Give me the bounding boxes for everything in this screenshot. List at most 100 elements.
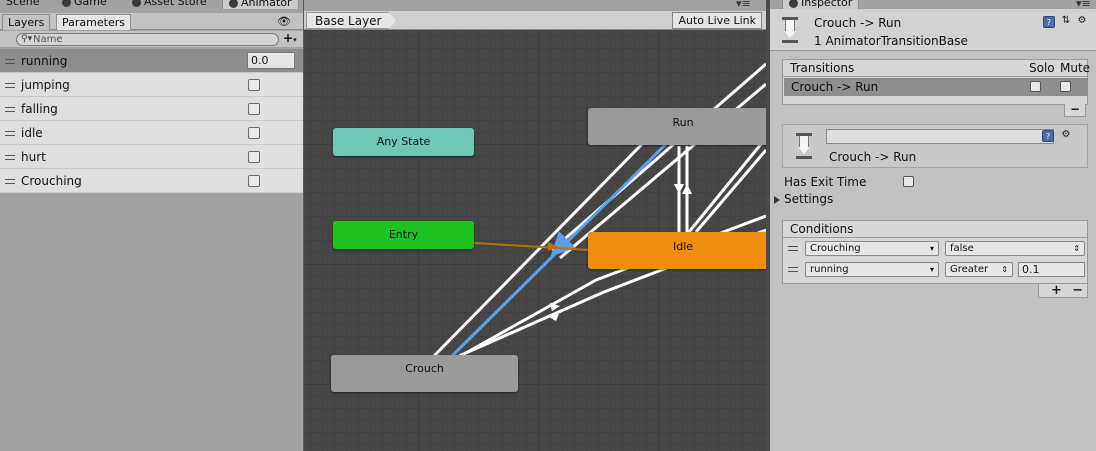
dropdown-arrow-icon: ⇕ — [1073, 244, 1080, 253]
state-label: Run — [672, 116, 694, 129]
parameter-float-field[interactable]: 0.0 — [247, 52, 295, 69]
drag-handle-icon[interactable] — [5, 155, 15, 160]
parameter-name: idle — [21, 126, 43, 140]
state-crouch[interactable]: Crouch — [331, 355, 518, 392]
state-label: Idle — [672, 240, 694, 253]
auto-live-link-button[interactable]: Auto Live Link — [672, 12, 762, 29]
gear-icon[interactable]: ⚙ — [1076, 15, 1088, 27]
animator-graph[interactable]: Any State Entry Run Idle Crouch — [304, 30, 766, 451]
parameter-row-falling[interactable]: falling — [0, 97, 303, 121]
window-tab-strip: Scene Game Asset Store Animator ▾≡ — [0, 0, 766, 9]
transition-row[interactable]: Crouch -> Run — [784, 78, 1088, 96]
settings-foldout[interactable]: Settings — [774, 192, 833, 206]
inspector-panel: Inspector Crouch -> Run 1 AnimatorTransi… — [770, 0, 1096, 451]
tab-menu-icon[interactable]: ▾≡ — [736, 0, 751, 9]
conditions-list: Conditions Crouching ▾ false ⇕ running ▾ Gr… — [782, 220, 1088, 300]
dropdown-arrow-icon: ⇕ — [1001, 265, 1008, 274]
parameter-row-idle[interactable]: idle — [0, 121, 303, 145]
asset-store-tab-icon — [132, 0, 141, 7]
state-any-state[interactable]: Any State — [333, 128, 474, 156]
transition-arrow — [674, 184, 684, 194]
state-idle[interactable]: Idle — [588, 232, 766, 269]
parameter-checkbox[interactable] — [248, 151, 260, 163]
solo-header-label: Solo — [1029, 61, 1055, 75]
parameter-checkbox[interactable] — [248, 79, 260, 91]
tab-inspector[interactable]: Inspector — [782, 0, 860, 9]
drag-handle-icon[interactable] — [5, 83, 15, 88]
state-label: Entry — [388, 228, 419, 241]
condition-mode-dropdown[interactable]: Greater ⇕ — [945, 262, 1013, 277]
condition-mode-dropdown[interactable]: false ⇕ — [945, 241, 1085, 256]
breadcrumb[interactable]: Base Layer — [306, 12, 397, 29]
tab-layers[interactable]: Layers — [2, 14, 51, 30]
transition-line[interactable] — [458, 290, 605, 358]
transition-line[interactable] — [687, 137, 766, 233]
drag-handle-icon[interactable] — [788, 246, 798, 251]
remove-transition-button[interactable]: − — [1064, 103, 1086, 117]
search-icon: ⚲▾ — [21, 34, 33, 44]
transition-line[interactable] — [551, 62, 766, 252]
condition-parameter-dropdown[interactable]: Crouching ▾ — [805, 241, 939, 256]
search-row: ⚲▾ Name +▾ — [0, 31, 303, 47]
help-book-icon[interactable]: ? — [1042, 130, 1054, 142]
transition-line[interactable] — [463, 278, 597, 356]
condition-row[interactable]: Crouching ▾ false ⇕ — [783, 238, 1089, 259]
conditions-header: Conditions — [782, 220, 1088, 238]
solo-checkbox[interactable] — [1030, 81, 1041, 92]
animator-tab-icon — [229, 0, 238, 8]
eye-icon[interactable]: 👁 — [277, 15, 291, 28]
parameter-row-crouching[interactable]: Crouching — [0, 169, 303, 193]
remove-condition-button[interactable]: − — [1072, 283, 1083, 298]
parameter-checkbox[interactable] — [248, 103, 260, 115]
state-label: Any State — [376, 135, 431, 148]
tab-asset-store[interactable]: Asset Store — [132, 0, 207, 9]
parameter-checkbox[interactable] — [248, 127, 260, 139]
dropdown-arrow-icon: ▾ — [929, 244, 934, 253]
tab-game[interactable]: Game — [62, 0, 107, 9]
add-condition-button[interactable]: + — [1051, 283, 1062, 298]
tab-game-label: Game — [74, 0, 107, 8]
condition-value-field[interactable]: 0.1 — [1018, 262, 1085, 277]
drag-handle-icon[interactable] — [5, 179, 15, 184]
transition-name-field[interactable] — [826, 129, 1054, 144]
condition-parameter-dropdown[interactable]: running ▾ — [805, 262, 939, 277]
help-book-icon[interactable]: ? — [1043, 16, 1055, 28]
tab-animator-label: Animator — [241, 0, 292, 9]
tab-inspector-label: Inspector — [801, 0, 853, 9]
state-label: Crouch — [405, 362, 444, 375]
transition-icon — [795, 133, 813, 159]
parameter-name: falling — [21, 102, 58, 116]
transition-icon — [781, 17, 799, 43]
drag-handle-icon[interactable] — [5, 59, 15, 64]
tab-scene[interactable]: Scene — [6, 0, 40, 9]
tab-animator[interactable]: Animator — [222, 0, 299, 9]
gear-icon[interactable]: ⚙ — [1060, 129, 1072, 141]
inspector-menu-icon[interactable]: ▾≡ — [1076, 0, 1091, 9]
dropdown-value: false — [950, 243, 974, 254]
parameter-row-hurt[interactable]: hurt — [0, 145, 303, 169]
tab-parameters[interactable]: Parameters — [56, 14, 131, 30]
transitions-rows: Crouch -> Run — [782, 77, 1088, 105]
inspector-tab-icon — [789, 0, 798, 8]
drag-handle-icon[interactable] — [5, 107, 15, 112]
mute-header-label: Mute — [1060, 61, 1091, 75]
state-entry[interactable]: Entry — [333, 221, 474, 249]
dropdown-value: Crouching — [810, 243, 861, 254]
dropdown-value: Greater — [950, 264, 989, 275]
parameter-row-jumping[interactable]: jumping — [0, 73, 303, 97]
search-input[interactable]: ⚲▾ Name — [16, 33, 279, 46]
transitions-header-label: Transitions — [790, 61, 855, 75]
state-run[interactable]: Run — [588, 108, 766, 145]
drag-handle-icon[interactable] — [788, 267, 798, 272]
add-parameter-button[interactable]: +▾ — [283, 31, 297, 45]
left-panel-tabs: Layers Parameters 👁 — [0, 13, 303, 30]
parameter-checkbox[interactable] — [248, 175, 260, 187]
preset-icon[interactable]: ⇅ — [1060, 15, 1072, 27]
inspector-subtitle: 1 AnimatorTransitionBase — [814, 34, 968, 48]
has-exit-time-checkbox[interactable] — [903, 176, 914, 187]
conditions-footer: + − — [1038, 283, 1088, 298]
mute-checkbox[interactable] — [1060, 81, 1071, 92]
drag-handle-icon[interactable] — [5, 131, 15, 136]
condition-row[interactable]: running ▾ Greater ⇕ 0.1 — [783, 259, 1089, 280]
parameter-row-running[interactable]: running 0.0 — [0, 49, 303, 73]
